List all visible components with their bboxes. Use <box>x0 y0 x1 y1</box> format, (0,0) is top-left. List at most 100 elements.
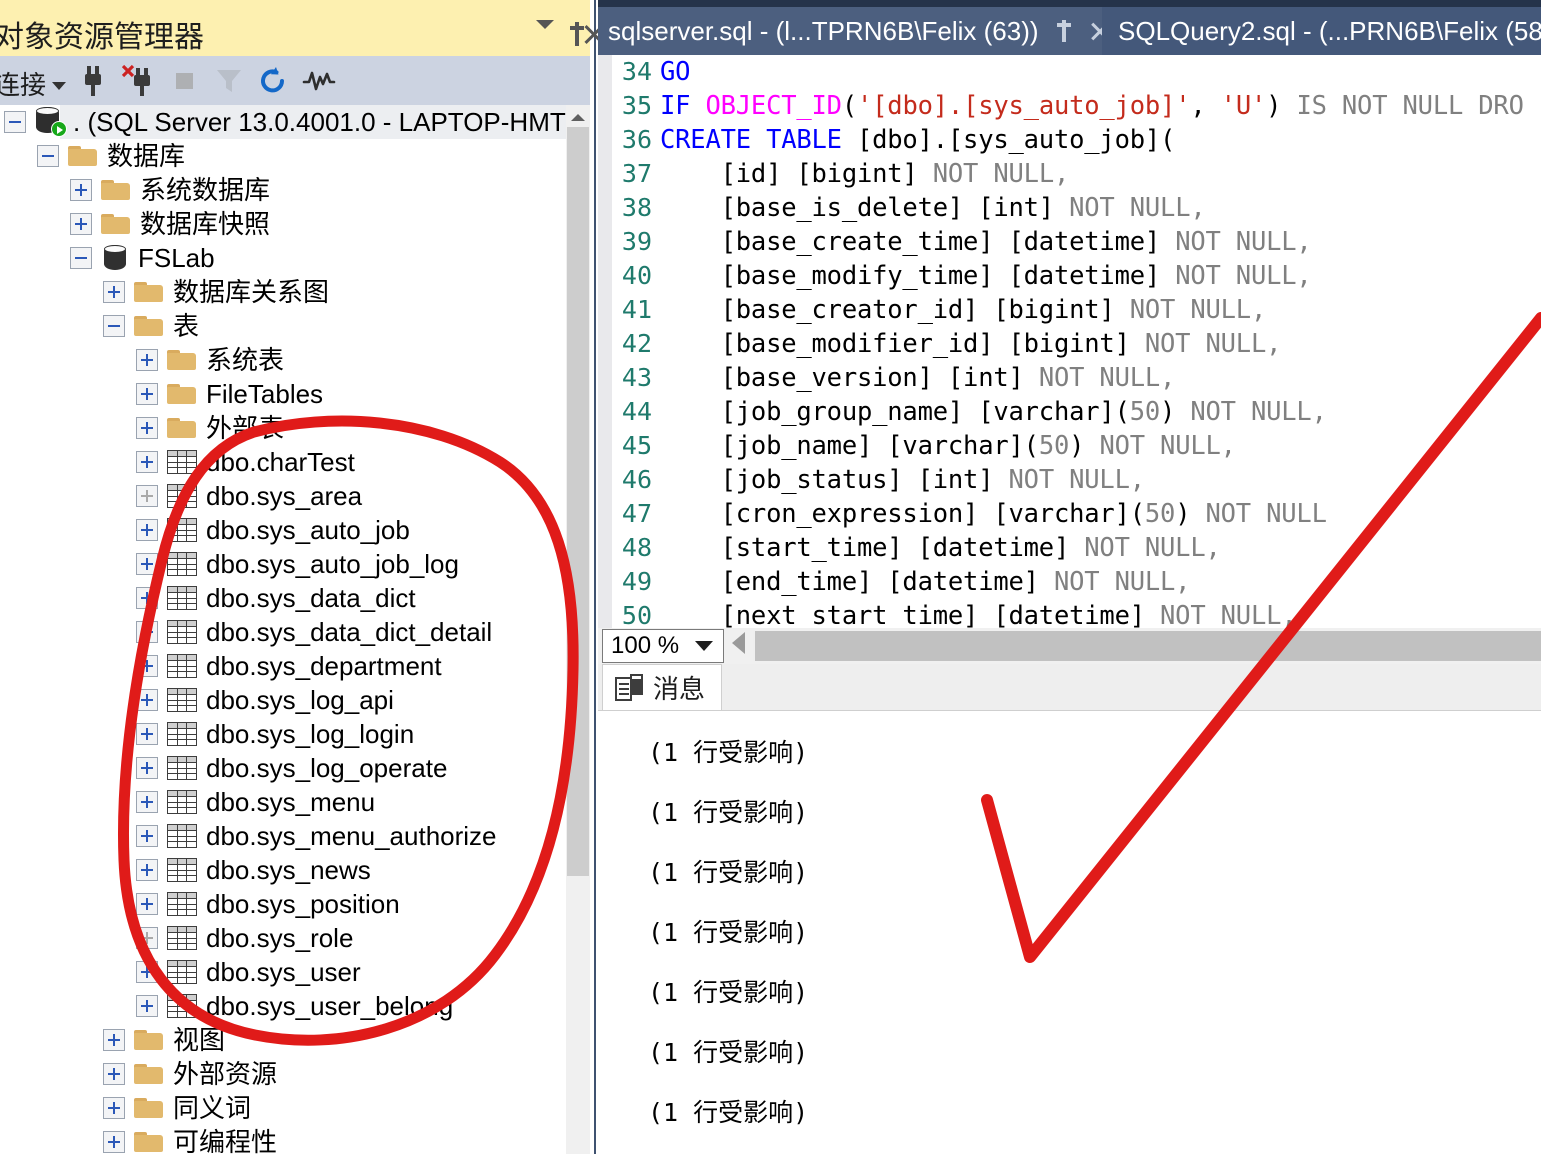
expand-icon[interactable] <box>136 655 158 677</box>
tree-node[interactable]: 可编程性 <box>103 1125 277 1154</box>
expand-icon[interactable] <box>136 927 158 949</box>
expand-icon[interactable] <box>136 451 158 473</box>
expand-icon[interactable] <box>136 825 158 847</box>
code-line[interactable]: [base_version] [int] NOT NULL, <box>660 361 1176 395</box>
code-line[interactable]: [base_creator_id] [bigint] NOT NULL, <box>660 293 1267 327</box>
tree-node[interactable]: dbo.sys_department <box>136 649 442 683</box>
chevron-down-icon[interactable] <box>536 8 554 36</box>
scroll-up-icon[interactable] <box>566 105 590 127</box>
messages-output-panel[interactable]: (1 行受影响) (1 行受影响) (1 行受影响) (1 行受影响) (1 行受影响)… <box>598 711 1541 1154</box>
tree-node[interactable]: dbo.sys_log_api <box>136 683 394 717</box>
code-line[interactable]: [base_modify_time] [datetime] NOT NULL, <box>660 259 1312 293</box>
tree-node[interactable]: dbo.sys_user_belong <box>136 989 453 1023</box>
tree-node[interactable]: 外部表 <box>136 411 284 445</box>
filter-icon[interactable] <box>212 64 246 98</box>
expand-icon[interactable] <box>136 349 158 371</box>
expand-icon[interactable] <box>103 1029 125 1051</box>
code-line[interactable]: [base_is_delete] [int] NOT NULL, <box>660 191 1206 225</box>
scroll-left-icon[interactable] <box>732 632 745 654</box>
tab-sqlserver-sql[interactable]: sqlserver.sql - (l...TPRN6B\Felix (63)) <box>598 7 1102 55</box>
refresh-icon[interactable] <box>256 64 290 98</box>
tree-node[interactable]: dbo.sys_position <box>136 887 400 921</box>
tree-node[interactable]: . (SQL Server 13.0.4001.0 - LAPTOP-HMTPR <box>4 105 566 139</box>
expand-icon[interactable] <box>136 417 158 439</box>
tree-node[interactable]: dbo.sys_auto_job_log <box>136 547 459 581</box>
code-line[interactable]: [start_time] [datetime] NOT NULL, <box>660 531 1221 565</box>
tree-node[interactable]: 数据库关系图 <box>103 275 329 309</box>
expand-icon[interactable] <box>136 791 158 813</box>
code-line[interactable]: GO <box>660 55 691 89</box>
expand-icon[interactable] <box>136 621 158 643</box>
tab-messages[interactable]: 消息 <box>602 664 723 710</box>
tree-node[interactable]: dbo.sys_menu <box>136 785 375 819</box>
expand-icon[interactable] <box>70 179 92 201</box>
table-icon <box>167 994 197 1018</box>
collapse-icon[interactable] <box>70 247 92 269</box>
expand-icon[interactable] <box>136 995 158 1017</box>
tree-node[interactable]: dbo.sys_role <box>136 921 353 955</box>
expand-icon[interactable] <box>136 859 158 881</box>
tree-node[interactable]: FSLab <box>70 241 215 275</box>
tree-node[interactable]: 外部资源 <box>103 1057 277 1091</box>
collapse-icon[interactable] <box>37 145 59 167</box>
expand-icon[interactable] <box>136 519 158 541</box>
disconnect-plug-icon[interactable] <box>121 64 156 98</box>
connect-plug-icon[interactable] <box>76 64 110 98</box>
tree-node[interactable]: 系统表 <box>136 343 284 377</box>
code-line[interactable]: [cron_expression] [varchar](50) NOT NULL <box>660 497 1327 531</box>
tab-sqlquery2-sql[interactable]: SQLQuery2.sql - (...PRN6B\Felix (58)) <box>1102 7 1541 55</box>
tree-node[interactable]: 数据库快照 <box>70 207 270 241</box>
tree-node[interactable]: dbo.sys_log_operate <box>136 751 447 785</box>
sql-code-editor[interactable]: 34 GO 35 IF OBJECT_ID('[dbo].[sys_auto_job]… <box>598 55 1541 628</box>
horizontal-scrollbar-thumb[interactable] <box>755 631 1541 661</box>
expand-icon[interactable] <box>103 281 125 303</box>
tree-node[interactable]: 视图 <box>103 1023 225 1057</box>
code-line[interactable]: CREATE TABLE [dbo].[sys_auto_job]( <box>660 123 1175 157</box>
code-line[interactable]: [next_start_time] [datetime] NOT NULL, <box>660 599 1297 628</box>
tree-node[interactable]: 表 <box>103 309 199 343</box>
tree-node[interactable]: 数据库 <box>37 139 185 173</box>
expand-icon[interactable] <box>103 1063 125 1085</box>
expand-icon[interactable] <box>136 723 158 745</box>
tree-node[interactable]: dbo.sys_menu_authorize <box>136 819 497 853</box>
code-line[interactable]: IF OBJECT_ID('[dbo].[sys_auto_job]', 'U'… <box>660 89 1524 123</box>
tab-label: sqlserver.sql - (l...TPRN6B\Felix (63)) <box>608 15 1039 46</box>
tree-node[interactable]: 系统数据库 <box>70 173 270 207</box>
tree-node[interactable]: dbo.sys_log_login <box>136 717 414 751</box>
tree-node[interactable]: dbo.sys_data_dict_detail <box>136 615 492 649</box>
expand-icon[interactable] <box>136 553 158 575</box>
expand-icon[interactable] <box>136 383 158 405</box>
expand-icon[interactable] <box>136 587 158 609</box>
object-explorer-scrollbar-thumb[interactable] <box>567 118 589 876</box>
connect-button[interactable]: 连接 <box>0 65 67 102</box>
code-line[interactable]: [end_time] [datetime] NOT NULL, <box>660 565 1191 599</box>
expand-icon[interactable] <box>103 1131 125 1153</box>
tree-node[interactable]: dbo.sys_area <box>136 479 362 513</box>
collapse-icon[interactable] <box>4 111 26 133</box>
pin-icon[interactable] <box>1055 20 1073 42</box>
expand-icon[interactable] <box>136 961 158 983</box>
tree-node[interactable]: 同义词 <box>103 1091 251 1125</box>
expand-icon[interactable] <box>103 1097 125 1119</box>
code-line[interactable]: [id] [bigint] NOT NULL, <box>660 157 1070 191</box>
code-line[interactable]: [base_modifier_id] [bigint] NOT NULL, <box>660 327 1282 361</box>
collapse-icon[interactable] <box>103 315 125 337</box>
expand-icon[interactable] <box>70 213 92 235</box>
tree-node[interactable]: dbo.sys_news <box>136 853 371 887</box>
code-line[interactable]: [job_status] [int] NOT NULL, <box>660 463 1145 497</box>
code-line[interactable]: [base_create_time] [datetime] NOT NULL, <box>660 225 1312 259</box>
code-line[interactable]: [job_group_name] [varchar](50) NOT NULL, <box>660 395 1327 429</box>
tree-node[interactable]: FileTables <box>136 377 323 411</box>
expand-icon[interactable] <box>136 689 158 711</box>
expand-icon[interactable] <box>136 485 158 507</box>
activity-monitor-icon[interactable] <box>302 64 336 98</box>
code-line[interactable]: [job_name] [varchar](50) NOT NULL, <box>660 429 1236 463</box>
zoom-level-select[interactable]: 100 % <box>602 629 724 663</box>
expand-icon[interactable] <box>136 757 158 779</box>
expand-icon[interactable] <box>136 893 158 915</box>
tree-node[interactable]: dbo.sys_user <box>136 955 361 989</box>
object-explorer-tree[interactable]: . (SQL Server 13.0.4001.0 - LAPTOP-HMTPR… <box>0 105 566 1154</box>
tree-node[interactable]: dbo.charTest <box>136 445 355 479</box>
tree-node[interactable]: dbo.sys_auto_job <box>136 513 410 547</box>
tree-node[interactable]: dbo.sys_data_dict <box>136 581 416 615</box>
